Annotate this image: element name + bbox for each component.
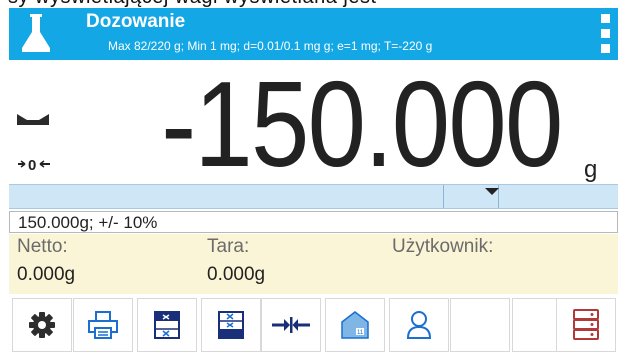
top-cropped-text: sy wyświetlającej wagi wyświetlana jest <box>0 0 626 8</box>
weight-value: -150.000 <box>161 56 564 192</box>
database-cancel-button[interactable] <box>137 298 197 352</box>
target-threshold-text: 150.000g; +/- 10% <box>18 213 158 232</box>
tara-label: Tara: <box>207 236 250 257</box>
vertical-dots-menu-icon[interactable] <box>597 14 615 54</box>
target-marker-icon <box>485 188 499 195</box>
tare-button[interactable]: 11 <box>325 298 385 352</box>
user-label: Użytkownik: <box>392 236 494 257</box>
info-panel: Netto: 0.000g Tara: 0.000g Użytkownik: <box>9 234 618 294</box>
flask-icon[interactable] <box>19 12 53 56</box>
print-button[interactable] <box>73 298 133 352</box>
netto-value: 0.000g <box>17 264 76 285</box>
top-cropped-label: sy wyświetlającej wagi wyświetlana jest <box>8 0 377 8</box>
empty-button-1[interactable] <box>450 298 510 352</box>
title-bar: Dozowanie Max 82/220 g; Min 1 mg; d=0.01… <box>9 8 618 60</box>
mode-title: Dozowanie <box>86 11 186 32</box>
target-threshold-line: 150.000g; +/- 10% <box>9 211 618 233</box>
zero-indicator-icon: 0 <box>18 157 50 172</box>
tolerance-marker-low <box>443 185 444 208</box>
svg-text:0: 0 <box>28 157 36 172</box>
scale-parameters: Max 82/220 g; Min 1 mg; d=0.01/0.1 mg g;… <box>108 39 433 53</box>
bottom-toolbar: 11 <box>9 295 618 354</box>
weighing-app: Dozowanie Max 82/220 g; Min 1 mg; d=0.01… <box>9 8 618 354</box>
server-database-icon <box>573 309 599 340</box>
database-add-button[interactable] <box>201 298 261 352</box>
user-button[interactable] <box>389 298 449 352</box>
database-add-icon <box>218 311 244 339</box>
netto-label: Netto: <box>17 236 68 257</box>
zero-button[interactable] <box>261 298 321 352</box>
settings-button[interactable] <box>12 298 72 352</box>
user-icon <box>406 311 432 339</box>
database-cancel-icon <box>154 311 180 339</box>
print-icon <box>88 311 118 339</box>
tare-icon: 11 <box>341 311 369 339</box>
tara-value: 0.000g <box>207 264 266 285</box>
stability-indicator-icon <box>17 114 49 125</box>
database-button[interactable] <box>556 298 616 352</box>
gear-icon <box>29 312 55 338</box>
dosing-progress-bar <box>9 184 618 209</box>
weight-display: 0 -150.000 g <box>9 56 618 192</box>
weight-unit: g <box>584 156 598 183</box>
zero-arrows-icon <box>272 317 310 333</box>
svg-text:11: 11 <box>357 330 364 336</box>
